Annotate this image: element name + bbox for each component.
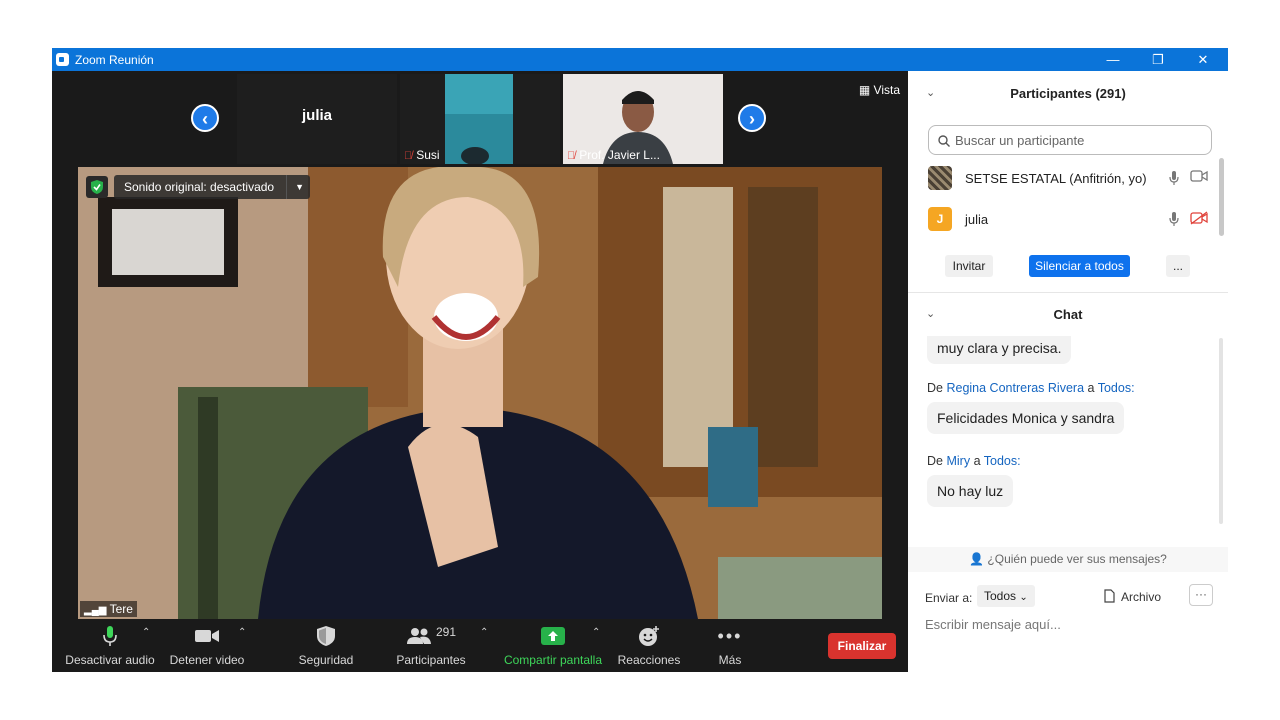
avatar xyxy=(928,166,952,190)
participants-count: 291 xyxy=(435,625,457,639)
zoom-window: Zoom Reunión — ❐ ✕ ‹ julia 🎙̸ Susi 🎙̸ Pr… xyxy=(52,48,1228,672)
mute-all-button[interactable]: Silenciar a todos xyxy=(1029,255,1130,277)
who-can-see-messages-link[interactable]: 👤 ¿Quién puede ver sus mensajes? xyxy=(908,547,1228,572)
participant-row[interactable]: J julia xyxy=(928,207,1213,233)
participants-options-caret-icon[interactable]: ⌃ xyxy=(480,627,488,638)
send-to-label: Enviar a: xyxy=(925,591,973,605)
meeting-toolbar: Desactivar audio ⌃ Detener video ⌃ Segur… xyxy=(52,619,908,672)
meeting-area: ‹ julia 🎙̸ Susi 🎙̸ Prof. Javier L... › ▦… xyxy=(52,71,908,672)
thumbnail-label: 🎙̸ Susi xyxy=(404,148,440,162)
grid-icon: ▦ xyxy=(858,83,871,97)
chat-message-bubble: No hay luz xyxy=(927,475,1014,507)
zoom-logo-icon xyxy=(56,53,69,66)
title-bar: Zoom Reunión — ❐ ✕ xyxy=(52,48,1228,71)
participants-scrollbar[interactable] xyxy=(1219,158,1224,236)
close-button[interactable]: ✕ xyxy=(1180,48,1226,71)
chat-messages: muy clara y precisa. De Regina Contreras… xyxy=(908,336,1218,546)
avatar: J xyxy=(928,207,952,231)
microphone-icon[interactable] xyxy=(1169,170,1179,189)
video-camera-icon xyxy=(195,630,219,642)
chat-header: ⌄ Chat xyxy=(926,307,1083,322)
collapse-participants-chevron-icon[interactable]: ⌄ xyxy=(926,86,935,99)
security-shield-icon xyxy=(86,176,108,198)
video-options-caret-icon[interactable]: ⌃ xyxy=(238,627,246,638)
side-panel: ⌄ Participantes (291) Buscar un particip… xyxy=(908,71,1228,672)
share-options-caret-icon[interactable]: ⌃ xyxy=(592,627,600,638)
microphone-icon[interactable] xyxy=(1169,211,1179,230)
active-speaker-video: Sonido original: desactivado ▼ ▂▄▆ Tere xyxy=(78,167,882,619)
video-off-icon[interactable] xyxy=(1190,211,1208,228)
thumbnail-susi[interactable]: 🎙̸ Susi xyxy=(400,74,560,164)
mic-muted-icon: 🎙̸ xyxy=(567,150,576,162)
participants-button[interactable]: 291 Participantes ⌃ xyxy=(390,625,488,667)
minimize-button[interactable]: — xyxy=(1090,48,1136,71)
video-camera-icon[interactable] xyxy=(1190,170,1208,185)
restore-button[interactable]: ❐ xyxy=(1135,48,1181,71)
speaker-name-label: ▂▄▆ Tere xyxy=(80,601,137,617)
chat-message-header: De Miry a Todos: xyxy=(927,454,1021,468)
microphone-icon xyxy=(103,626,117,646)
thumbnail-julia[interactable]: julia xyxy=(237,74,397,164)
video-overlay-toolbar: Sonido original: desactivado ▼ xyxy=(86,175,311,199)
chevron-down-icon: ⌄ xyxy=(1019,592,1028,603)
share-screen-icon xyxy=(541,627,565,645)
share-screen-button[interactable]: Compartir pantalla ⌃ xyxy=(502,625,604,667)
stop-video-button[interactable]: Detener video ⌃ xyxy=(162,625,252,667)
mic-muted-icon: 🎙̸ xyxy=(404,150,413,162)
participant-row[interactable]: SETSE ESTATAL (Anfitrión, yo) xyxy=(928,166,1213,192)
window-title: Zoom Reunión xyxy=(75,53,154,67)
thumbnail-prof-javier[interactable]: 🎙̸ Prof. Javier L... xyxy=(563,74,723,164)
participant-strip: ‹ julia 🎙̸ Susi 🎙̸ Prof. Javier L... › ▦… xyxy=(52,71,908,167)
search-icon xyxy=(938,135,950,147)
chat-message-header: De Regina Contreras Rivera a Todos: xyxy=(927,381,1135,395)
speaker-video-image xyxy=(78,167,882,619)
original-sound-toggle[interactable]: Sonido original: desactivado ▼ xyxy=(114,175,311,199)
dropdown-arrow-icon[interactable]: ▼ xyxy=(286,175,304,199)
chat-message-bubble: Felicidades Monica y sandra xyxy=(927,402,1125,434)
view-button[interactable]: ▦ Vista xyxy=(859,83,900,97)
collapse-chat-chevron-icon[interactable]: ⌄ xyxy=(926,307,935,320)
smiley-plus-icon xyxy=(639,626,659,646)
next-page-button[interactable]: › xyxy=(738,104,766,132)
reactions-button[interactable]: Reacciones xyxy=(616,625,682,667)
section-divider xyxy=(908,292,1228,293)
file-button[interactable]: Archivo xyxy=(1104,589,1161,604)
thumbnail-name: julia xyxy=(301,107,332,124)
person-icon: 👤 xyxy=(969,552,985,566)
audio-options-caret-icon[interactable]: ⌃ xyxy=(142,627,150,638)
send-to-select[interactable]: Todos ⌄ xyxy=(977,585,1035,607)
participants-icon xyxy=(406,628,431,644)
signal-bars-icon: ▂▄▆ xyxy=(84,605,107,616)
end-meeting-button[interactable]: Finalizar xyxy=(828,633,896,659)
thumbnail-label: 🎙̸ Prof. Javier L... xyxy=(567,148,660,162)
chat-message-input[interactable]: Escribir mensaje aquí... xyxy=(925,617,1061,632)
ellipsis-icon: ••• xyxy=(717,625,743,646)
mute-audio-button[interactable]: Desactivar audio ⌃ xyxy=(60,625,160,667)
previous-page-button[interactable]: ‹ xyxy=(191,104,219,132)
chat-message-bubble: muy clara y precisa. xyxy=(927,336,1072,364)
security-button[interactable]: Seguridad xyxy=(292,625,360,667)
participants-header: ⌄ Participantes (291) xyxy=(926,86,1126,101)
more-button[interactable]: ••• Más xyxy=(702,625,758,668)
participants-more-button[interactable]: ... xyxy=(1166,255,1190,277)
chat-more-button[interactable]: ··· xyxy=(1189,584,1213,606)
file-icon xyxy=(1104,589,1115,603)
invite-button[interactable]: Invitar xyxy=(945,255,993,277)
shield-icon xyxy=(317,626,335,646)
susi-video-image xyxy=(445,74,513,164)
participant-search-input[interactable]: Buscar un participante xyxy=(928,125,1212,155)
chat-scrollbar[interactable] xyxy=(1219,338,1223,524)
